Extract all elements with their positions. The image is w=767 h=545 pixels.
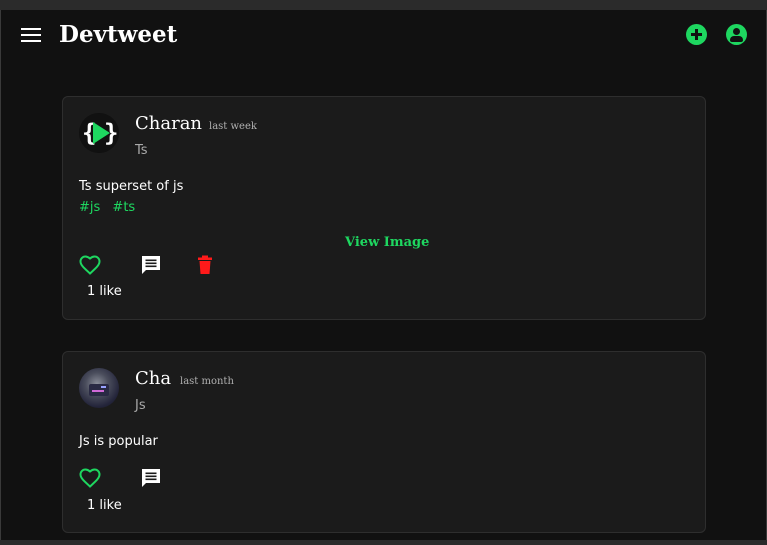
tag-list: #js #ts xyxy=(79,200,143,215)
comment-icon xyxy=(142,469,160,487)
app-title: Devtweet xyxy=(59,21,178,48)
like-count: 1 like xyxy=(87,284,122,299)
delete-button[interactable] xyxy=(193,253,219,277)
comment-button[interactable] xyxy=(139,253,165,277)
post-title: Ts xyxy=(135,143,148,158)
comment-icon xyxy=(142,256,160,274)
post-card: { } Charan last week Ts Ts superset of j… xyxy=(62,96,706,320)
author-name[interactable]: Charan xyxy=(135,113,202,134)
comment-button[interactable] xyxy=(139,466,165,490)
profile-photo-icon xyxy=(89,384,109,396)
devtweet-logo-icon: { } xyxy=(79,113,119,153)
avatar[interactable]: { } xyxy=(79,113,119,153)
post-title: Js xyxy=(135,398,146,413)
post-body: Ts superset of js xyxy=(79,179,184,194)
add-circle-icon[interactable] xyxy=(686,24,707,45)
trash-icon xyxy=(198,255,212,274)
like-button[interactable] xyxy=(78,466,104,490)
view-image-button[interactable]: View Image xyxy=(345,235,429,250)
like-button[interactable] xyxy=(78,253,104,277)
heart-outline-icon xyxy=(79,468,101,488)
post-card: Cha last month Js Js is popular 1 like xyxy=(62,351,706,533)
post-time: last week xyxy=(209,121,257,132)
app-window: Devtweet { } Charan last week Ts Ts supe… xyxy=(0,10,767,540)
post-time: last month xyxy=(180,376,234,387)
tag-link[interactable]: #ts xyxy=(112,200,135,215)
account-circle-icon[interactable] xyxy=(726,24,747,45)
like-count: 1 like xyxy=(87,498,122,513)
app-bar: Devtweet xyxy=(1,10,766,66)
tag-link[interactable]: #js xyxy=(79,200,100,215)
post-body: Js is popular xyxy=(79,434,158,449)
author-name[interactable]: Cha xyxy=(135,368,171,389)
menu-icon[interactable] xyxy=(21,28,41,44)
heart-outline-icon xyxy=(79,255,101,275)
avatar[interactable] xyxy=(79,368,119,408)
